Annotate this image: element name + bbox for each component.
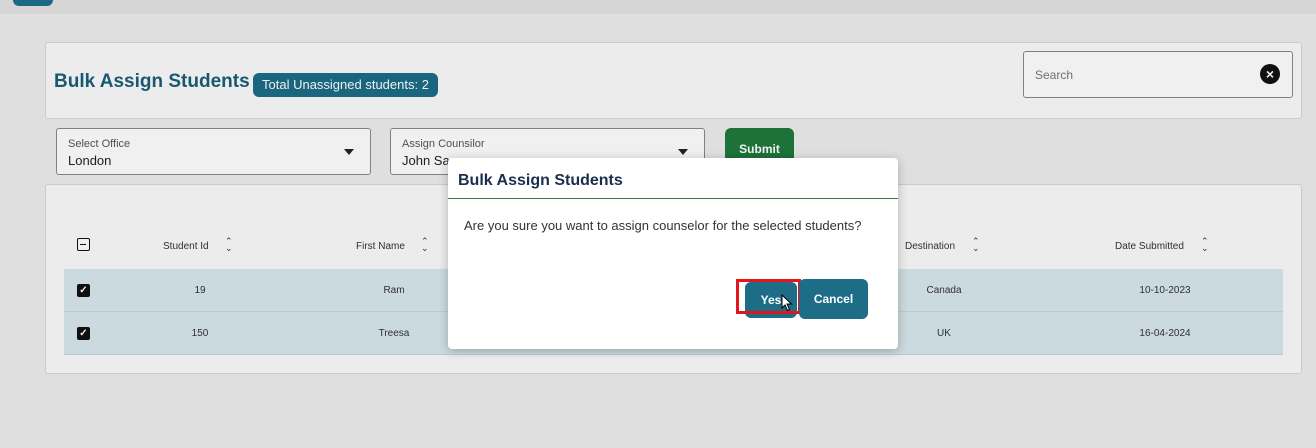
- dialog-divider: [448, 198, 898, 199]
- dialog-title: Bulk Assign Students: [458, 172, 623, 189]
- cancel-button[interactable]: Cancel: [799, 279, 868, 319]
- dialog-message: Are you sure you want to assign counselo…: [464, 218, 862, 233]
- confirm-dialog: Bulk Assign Students Are you sure you wa…: [448, 158, 898, 349]
- pointer-cursor-icon: [781, 294, 793, 312]
